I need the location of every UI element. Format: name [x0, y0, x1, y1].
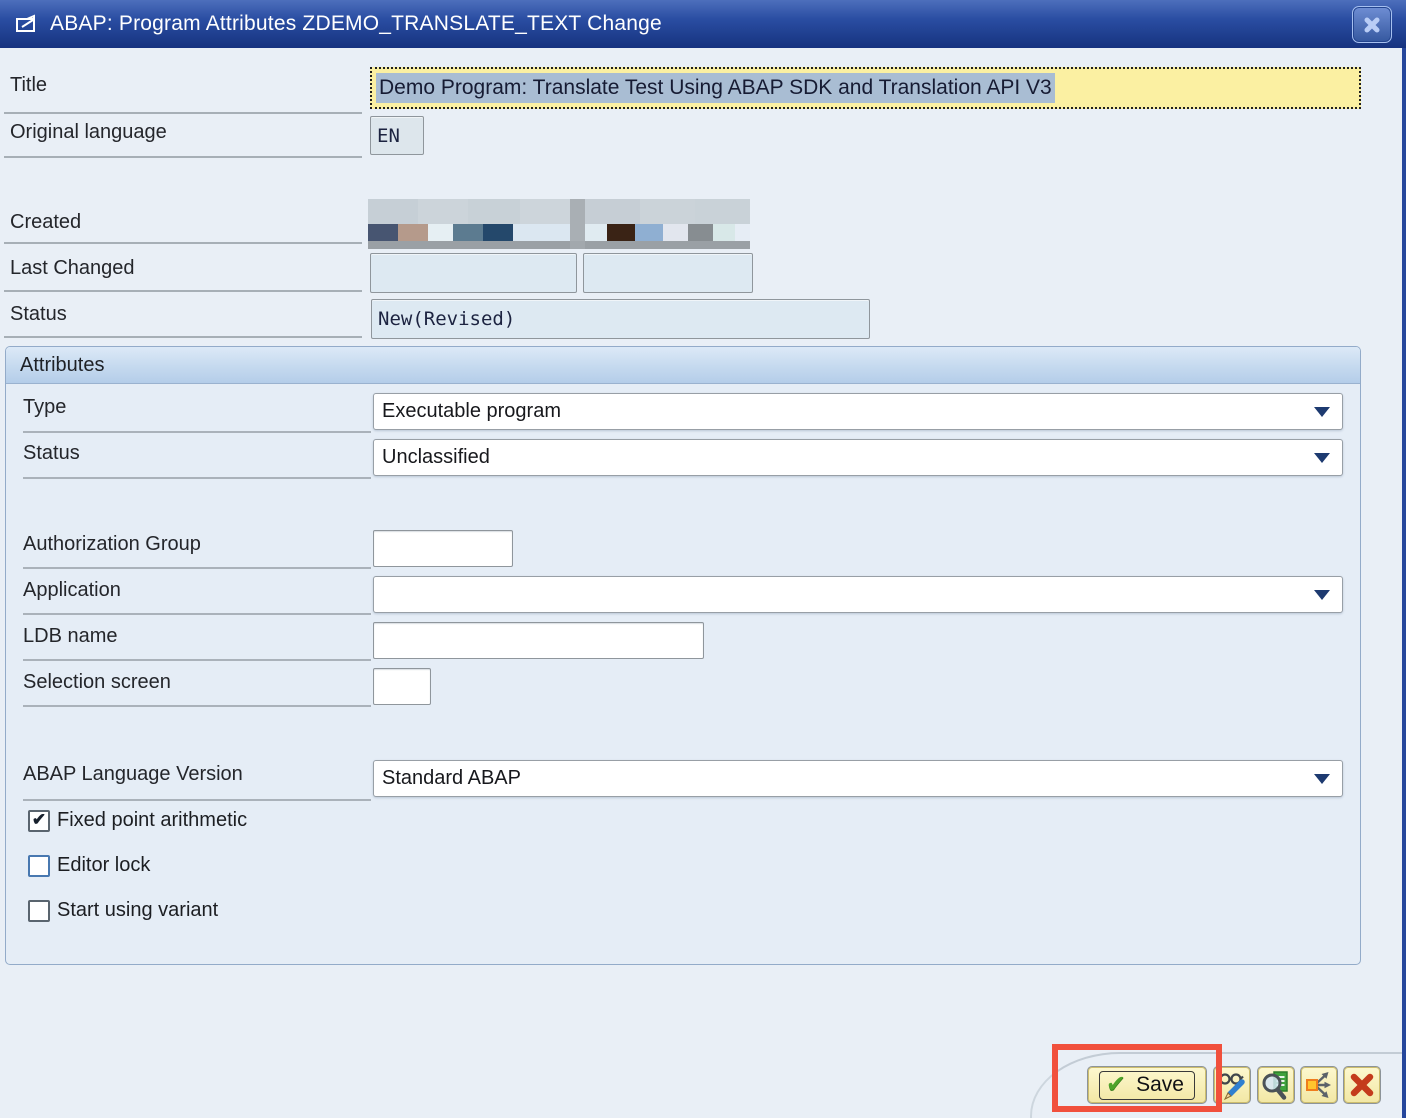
checkbox-label: Start using variant: [57, 899, 219, 921]
type-label: Type: [23, 396, 67, 418]
spread-arrows-icon: [1306, 1072, 1331, 1098]
save-button[interactable]: ✔ Save: [1087, 1066, 1207, 1104]
checkbox-box[interactable]: ✔: [28, 809, 50, 832]
attr-status-dropdown[interactable]: Unclassified: [373, 439, 1343, 476]
checkbox-label: Fixed point arithmetic: [57, 809, 248, 831]
type-value: Executable program: [382, 400, 561, 422]
selection-screen-label: Selection screen: [23, 671, 171, 693]
checkbox-label: Editor lock: [57, 854, 151, 876]
dialog-title: ABAP: Program Attributes ZDEMO_TRANSLATE…: [50, 12, 662, 35]
row-separator: [23, 613, 371, 615]
red-x-icon: [1350, 1073, 1374, 1097]
abap-language-version-dropdown[interactable]: Standard ABAP: [373, 760, 1343, 797]
close-button[interactable]: [1352, 6, 1392, 43]
checkbox-start-using-variant[interactable]: Start using variant: [28, 899, 218, 922]
program-attributes-dialog: ABAP: Program Attributes ZDEMO_TRANSLATE…: [0, 0, 1406, 1118]
abap-language-version-label: ABAP Language Version: [23, 763, 243, 785]
selection-screen-input[interactable]: [373, 668, 431, 705]
created-redacted-value: [368, 199, 750, 249]
title-input[interactable]: Demo Program: Translate Test Using ABAP …: [370, 67, 1361, 109]
status-label: Status: [10, 303, 67, 325]
magnifier-document-icon: [1262, 1071, 1288, 1100]
row-separator: [23, 799, 371, 801]
checkbox-fixed-point-arithmetic[interactable]: ✔ Fixed point arithmetic: [28, 809, 247, 832]
save-button-label: Save: [1136, 1072, 1184, 1096]
row-separator: [4, 242, 362, 244]
original-language-field[interactable]: EN: [370, 116, 424, 155]
check-button[interactable]: [1257, 1066, 1295, 1104]
row-separator: [4, 336, 362, 338]
attr-status-label: Status: [23, 442, 80, 464]
where-used-button[interactable]: [1300, 1066, 1338, 1104]
ldb-name-label: LDB name: [23, 625, 118, 647]
cancel-button[interactable]: [1343, 1066, 1381, 1104]
application-label: Application: [23, 579, 121, 601]
dropdown-arrow-icon: [1314, 407, 1330, 417]
row-separator: [4, 112, 362, 114]
attributes-header: Attributes: [6, 347, 1360, 384]
authorization-group-input[interactable]: [373, 530, 513, 567]
attr-status-value: Unclassified: [382, 446, 490, 468]
row-separator: [23, 431, 371, 433]
last-changed-time-field[interactable]: [583, 253, 753, 293]
attributes-groupbox: Attributes Type Executable program Statu…: [5, 346, 1361, 965]
checkbox-box[interactable]: [28, 854, 50, 877]
last-changed-date-field[interactable]: [370, 253, 577, 293]
close-icon: [1364, 17, 1380, 32]
checkmark-icon: ✔: [31, 810, 47, 829]
row-separator: [4, 156, 362, 158]
type-dropdown[interactable]: Executable program: [373, 393, 1343, 430]
title-input-value: Demo Program: Translate Test Using ABAP …: [376, 73, 1055, 103]
status-field[interactable]: New(Revised): [371, 299, 870, 339]
title-label: Title: [10, 74, 48, 96]
authorization-group-label: Authorization Group: [23, 533, 201, 555]
original-language-label: Original language: [10, 121, 167, 143]
dialog-right-border: [1402, 0, 1406, 1118]
checkbox-box[interactable]: [28, 899, 50, 922]
row-separator: [23, 567, 371, 569]
row-separator: [23, 659, 371, 661]
dialog-titlebar: ABAP: Program Attributes ZDEMO_TRANSLATE…: [0, 0, 1406, 48]
checkbox-editor-lock[interactable]: Editor lock: [28, 854, 150, 877]
row-separator: [4, 290, 362, 292]
row-separator: [23, 477, 371, 479]
display-change-button[interactable]: [1213, 1066, 1251, 1104]
row-separator: [23, 705, 371, 707]
dropdown-arrow-icon: [1314, 774, 1330, 784]
dropdown-arrow-icon: [1314, 453, 1330, 463]
abap-language-version-value: Standard ABAP: [382, 767, 521, 789]
dialog-window-icon: [14, 11, 40, 37]
green-check-icon: ✔: [1106, 1070, 1127, 1098]
dropdown-arrow-icon: [1314, 590, 1330, 600]
glasses-pencil-icon: [1217, 1073, 1245, 1101]
last-changed-label: Last Changed: [10, 257, 135, 279]
ldb-name-input[interactable]: [373, 622, 704, 659]
application-dropdown[interactable]: [373, 576, 1343, 613]
created-label: Created: [10, 211, 82, 233]
